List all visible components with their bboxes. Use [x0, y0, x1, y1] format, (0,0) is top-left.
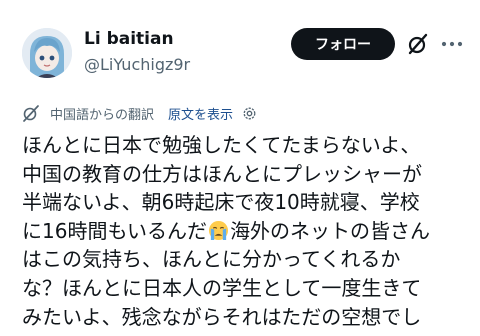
- tweet-line: に16時間もいるんだ 海外のネットの皆さん: [22, 217, 472, 246]
- translation-bar: 中国語からの翻訳 原文を表示: [22, 103, 258, 123]
- show-original-link[interactable]: 原文を表示: [168, 104, 233, 123]
- user-handle[interactable]: @LiYuchigz9r: [84, 55, 190, 74]
- tweet-line: 半端ないよ、朝6時起床で夜10時就寝、学校: [22, 190, 420, 215]
- tweet-line-part: 海外のネットの皆さん: [230, 218, 431, 243]
- display-name[interactable]: Li baitian: [84, 29, 174, 49]
- crying-face-emoji: [209, 220, 229, 240]
- tweet-line-part: に16時間もいるんだ: [22, 218, 208, 243]
- gear-icon[interactable]: [241, 105, 258, 122]
- tweet-line: な？ほんとに日本人の学生として一度生きて: [22, 275, 422, 300]
- tweet-line: 中国の教育の仕方はほんとにプレッシャーが: [22, 161, 422, 186]
- more-icon[interactable]: [441, 32, 463, 56]
- tweet-line: はこの気持ち、ほんとに分かってくれるか: [22, 247, 401, 272]
- translation-note: 中国語からの翻訳: [50, 107, 155, 123]
- tweet-line: ほんとに日本で勉強したくてたまらないよ、: [22, 133, 421, 157]
- tweet-text: ほんとに日本で勉強したくてたまらないよ、 中国の教育の仕方はほんとにプレッシャー…: [22, 131, 472, 331]
- avatar[interactable]: [22, 28, 72, 78]
- tweet-line: みたいよ、残念ながらそれはただの空想でし: [22, 304, 422, 329]
- grok-icon[interactable]: [406, 32, 430, 56]
- translate-icon: [23, 105, 39, 122]
- follow-button[interactable]: フォロー: [291, 28, 395, 60]
